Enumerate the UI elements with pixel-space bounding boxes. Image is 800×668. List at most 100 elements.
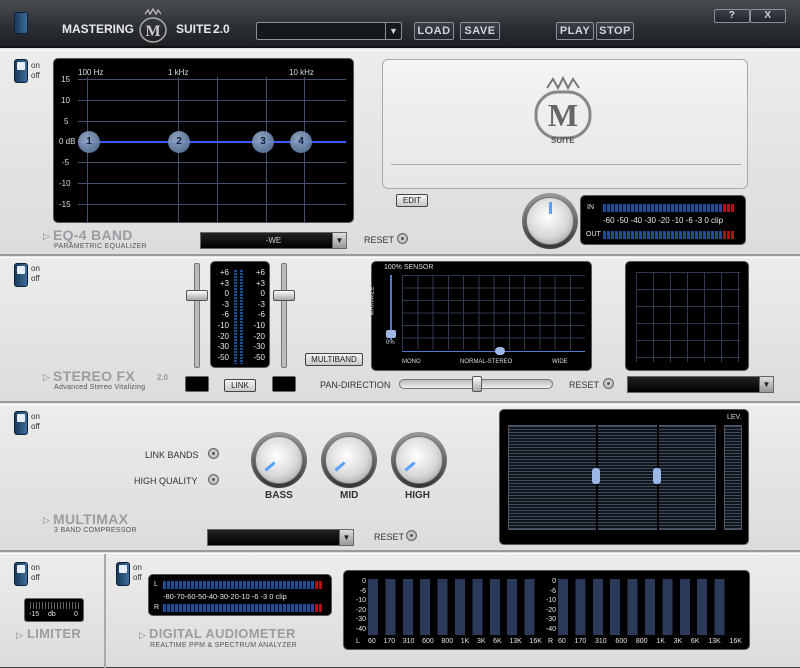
mid-label: MID [340, 490, 359, 501]
eq-band-1-handle[interactable]: 1 [78, 131, 100, 153]
multimax-section: on off LINK BANDS HIGH QUALITY BASS MID … [0, 404, 800, 552]
expand-arrow-icon[interactable]: ▷ [43, 372, 50, 383]
lev-label: LEV. [727, 414, 742, 421]
high-quality-toggle[interactable] [208, 474, 219, 485]
audiometer-title: DIGITAL AUDIOMETER [149, 626, 296, 641]
high-knob[interactable] [395, 436, 443, 484]
chevron-down-icon[interactable]: ▼ [339, 530, 353, 545]
eq-subtitle: PARAMETRIC EQUALIZER [54, 243, 147, 250]
db-label-15: 15 [61, 75, 70, 84]
io-level-meter: IN OUT -60 -50 -40 -30 -20 -10 -6 -3 0 c… [580, 195, 746, 245]
chevron-down-icon[interactable]: ▼ [332, 233, 346, 248]
eq-preset-value: -WE [265, 236, 282, 245]
expand-arrow-icon[interactable]: ▷ [43, 231, 50, 242]
crossover-high-handle[interactable] [653, 468, 661, 484]
chevron-down-icon[interactable]: ▼ [759, 377, 773, 392]
multimax-preset-select[interactable]: ▼ [207, 529, 354, 546]
expand-arrow-icon[interactable]: ▷ [43, 515, 50, 526]
stereo-width-line [402, 351, 585, 352]
high-label: HIGH [405, 490, 430, 501]
multimax-reset-button[interactable] [406, 530, 417, 541]
multimax-off-label: off [31, 422, 40, 431]
stereo-version: 2.0 [157, 373, 169, 382]
eq-band-3-handle[interactable]: 3 [252, 131, 274, 153]
meter-out-label: OUT [586, 231, 601, 238]
pan-handle[interactable] [472, 376, 482, 392]
bass-knob[interactable] [255, 436, 303, 484]
mono-label: MONO [402, 359, 421, 365]
stereo-fx-section: on off +6 +3 0 -3 -6 -10 -20 -30 -50 +6 +3 0 -3 -6 -1… [0, 257, 800, 403]
link-bands-toggle[interactable] [208, 448, 219, 459]
stereo-power-toggle[interactable] [14, 263, 28, 287]
link-button[interactable]: LINK [224, 379, 256, 392]
stereo-vectorscope [625, 261, 749, 371]
eq-graph[interactable]: 100 Hz 1 kHz 10 kHz 15 10 5 0 dB -5 -10 … [53, 58, 354, 223]
mid-knob[interactable] [325, 436, 373, 484]
stereo-width-handle[interactable] [495, 347, 505, 355]
output-gain-knob[interactable] [526, 197, 574, 245]
edit-button[interactable]: EDIT [396, 194, 428, 207]
save-button[interactable]: SAVE [460, 22, 500, 40]
close-button[interactable]: X [750, 9, 786, 23]
eq-band-4-handle[interactable]: 4 [290, 131, 312, 153]
title-bar: MASTERING M SUITE 2.0 ▼ LOAD SAVE PLAY S… [0, 0, 800, 48]
audiometer-subtitle: REALTIME PPM & SPECTRUM ANALYZER [150, 642, 298, 649]
db-label-minus10: -10 [59, 179, 71, 188]
limiter-display[interactable]: -15 db 0 [24, 598, 84, 622]
stereo-subtitle: Advanced Stereo Vitalizing [54, 384, 146, 391]
crossover-low-handle[interactable] [592, 468, 600, 484]
eq-power-toggle[interactable] [14, 59, 28, 83]
meter-out-bars [603, 231, 734, 239]
stereo-sensor-display[interactable]: 100% SENSOR MAXIMIZE 0% MONO NORMAL-STER… [369, 261, 592, 371]
sensor-label: 100% SENSOR [384, 264, 434, 271]
menu-toggle-button[interactable] [14, 12, 28, 34]
link-bands-label: LINK BANDS [145, 450, 199, 460]
stereo-left-fader-track [194, 263, 200, 368]
stereo-right-bar [240, 270, 243, 364]
left-value-display [185, 376, 209, 392]
stereo-left-fader[interactable] [186, 290, 208, 301]
bottom-section: on off -15 db 0 ▷ LIMITER on off L R -80… [0, 553, 800, 668]
stereo-right-fader[interactable] [273, 290, 295, 301]
freq-label-10khz: 10 kHz [289, 68, 314, 77]
freq-label-1khz: 1 kHz [168, 68, 189, 77]
stereo-right-fader-track [281, 263, 287, 368]
limiter-zero: 0 [74, 611, 78, 618]
multimax-band-display[interactable]: LEV. [499, 409, 749, 545]
play-button[interactable]: PLAY [556, 22, 594, 40]
limiter-off-label: off [31, 573, 40, 582]
load-button[interactable]: LOAD [414, 22, 454, 40]
lev-meter [724, 425, 742, 530]
ppm-l-label: L [154, 581, 158, 588]
limiter-on-label: on [31, 563, 40, 572]
expand-arrow-icon[interactable]: ▷ [16, 630, 23, 641]
stereo-off-label: off [31, 274, 40, 283]
multimax-power-toggle[interactable] [14, 411, 28, 435]
ppm-r-bars [163, 604, 322, 612]
maximize-label: MAXIMIZE [369, 286, 376, 316]
multiband-button[interactable]: MULTIBAND [305, 353, 363, 366]
pan-direction-slider[interactable] [399, 376, 553, 392]
eq-preset-select[interactable]: -WE ▼ [200, 232, 347, 249]
stop-button[interactable]: STOP [596, 22, 634, 40]
limiter-power-toggle[interactable] [14, 562, 28, 586]
high-quality-label: HIGH QUALITY [134, 476, 198, 486]
help-button[interactable]: ? [714, 9, 750, 23]
meter-in-label: IN [587, 204, 594, 211]
expand-arrow-icon[interactable]: ▷ [139, 630, 146, 641]
ppm-l-bars [163, 581, 322, 589]
multimax-subtitle: 3 BAND COMPRESSOR [54, 527, 137, 534]
app-title-word1: MASTERING [62, 22, 134, 36]
eq-band-2-handle[interactable]: 2 [168, 131, 190, 153]
eq-section: on off 100 Hz 1 kHz 10 kHz 15 10 5 0 dB … [0, 50, 800, 256]
stereo-preset-select[interactable]: ▼ [627, 376, 774, 393]
preset-select-value [257, 23, 261, 34]
freq-label-100hz: 100 Hz [78, 68, 104, 77]
db-label-0: 0 dB [59, 137, 76, 146]
audiometer-power-toggle[interactable] [116, 562, 130, 586]
chevron-down-icon[interactable]: ▼ [385, 23, 401, 39]
stereo-reset-button[interactable] [603, 378, 614, 389]
preset-select[interactable]: ▼ [256, 22, 402, 40]
ppm-meter: L R -80-70-60-50-40-30-20-10 -6 -3 0 cli… [148, 574, 332, 616]
eq-reset-button[interactable] [397, 233, 408, 244]
